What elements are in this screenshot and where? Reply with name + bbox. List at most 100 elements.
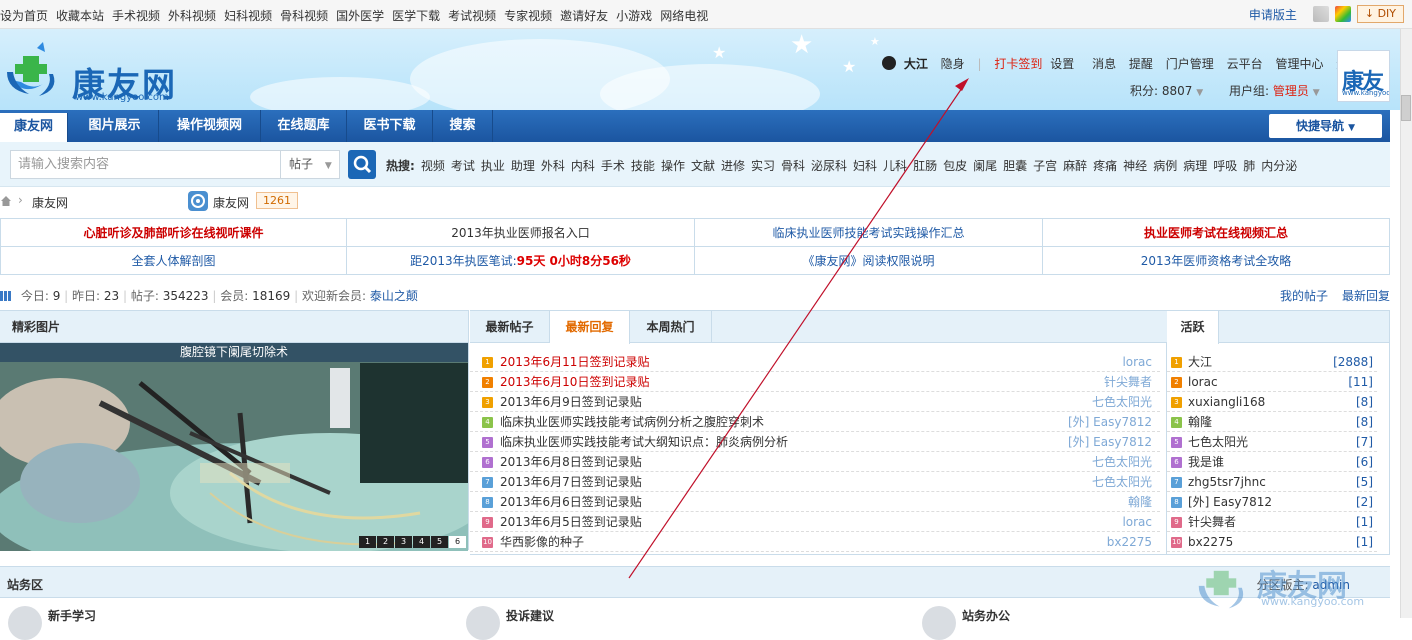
forum-link[interactable]: 站务办公	[962, 607, 1010, 624]
top-link[interactable]: 专家视频	[504, 9, 552, 23]
messages-link[interactable]: 消息	[1092, 57, 1116, 71]
thread-title-link[interactable]: 2013年6月9日签到记录贴	[500, 392, 642, 412]
hot-word-link[interactable]: 呼吸	[1213, 159, 1237, 173]
hot-word-link[interactable]: 儿科	[883, 159, 907, 173]
thread-row[interactable]: 2 2013年6月10日签到记录贴 针尖舞者	[470, 372, 1160, 392]
active-user-row[interactable]: 1 大江 [2888]	[1167, 352, 1377, 372]
thread-title-link[interactable]: 2013年6月6日签到记录贴	[500, 492, 642, 512]
announcement-link[interactable]: 临床执业医师技能考试实践操作汇总	[695, 219, 1043, 247]
top-link[interactable]: 医学下载	[392, 9, 440, 23]
group-value[interactable]: 管理员	[1273, 84, 1309, 98]
avatar[interactable]: 康友 www.kangyoo.com	[1337, 50, 1390, 102]
thread-row[interactable]: 9 2013年6月5日签到记录贴 lorac	[470, 512, 1160, 532]
tools-icon[interactable]	[1312, 6, 1329, 22]
thread-row[interactable]: 10 华西影像的种子 bx2275	[470, 532, 1160, 552]
top-link[interactable]: 小游戏	[616, 9, 652, 23]
forum-link[interactable]: 新手学习	[48, 607, 96, 624]
thread-row[interactable]: 4 临床执业医师实践技能考试病例分析之腹腔穿刺术 [外] Easy7812	[470, 412, 1160, 432]
hot-word-link[interactable]: 手术	[601, 159, 625, 173]
home-icon[interactable]	[0, 195, 12, 207]
hot-word-link[interactable]: 妇科	[853, 159, 877, 173]
active-user-row[interactable]: 3 xuxiangli168 [8]	[1167, 392, 1377, 412]
hot-word-link[interactable]: 肛肠	[913, 159, 937, 173]
active-user-row[interactable]: 6 我是谁 [6]	[1167, 452, 1377, 472]
search-input[interactable]: 请输入搜索内容	[10, 150, 280, 179]
exam-countdown[interactable]: 距2013年执医笔试:95天 0小时8分56秒	[347, 247, 695, 275]
forum-link[interactable]: 投诉建议	[506, 607, 554, 624]
thread-author-link[interactable]: 翰隆	[1128, 492, 1152, 512]
active-user-row[interactable]: 5 七色太阳光 [7]	[1167, 432, 1377, 452]
hot-word-link[interactable]: 视频	[421, 159, 445, 173]
forum-icon[interactable]	[466, 606, 500, 640]
cloud-platform-link[interactable]: 云平台	[1227, 57, 1263, 71]
quick-nav-button[interactable]: 快捷导航 ▼	[1269, 114, 1382, 138]
active-user-name[interactable]: zhg5tsr7jhnc	[1188, 472, 1266, 492]
top-link[interactable]: 考试视频	[448, 9, 496, 23]
hot-word-link[interactable]: 外科	[541, 159, 565, 173]
portal-admin-link[interactable]: 门户管理	[1166, 57, 1214, 71]
forum-name[interactable]: 康友网	[213, 194, 249, 211]
active-user-row[interactable]: 10 bx2275 [1]	[1167, 532, 1377, 552]
announcement-link[interactable]: 2013年执业医师报名入口	[347, 219, 695, 247]
thread-author-link[interactable]: bx2275	[1107, 532, 1152, 552]
hot-word-link[interactable]: 内科	[571, 159, 595, 173]
hot-word-link[interactable]: 执业	[481, 159, 505, 173]
top-link[interactable]: 手术视频	[112, 9, 160, 23]
thread-title-link[interactable]: 2013年6月10日签到记录贴	[500, 372, 649, 392]
thread-title-link[interactable]: 2013年6月11日签到记录贴	[500, 352, 649, 372]
featured-photo[interactable]: 腹腔镜下阑尾切除术 123456	[0, 343, 468, 551]
zone-title[interactable]: 站务区	[7, 576, 43, 593]
thread-row[interactable]: 6 2013年6月8日签到记录贴 七色太阳光	[470, 452, 1160, 472]
top-link[interactable]: 邀请好友	[560, 9, 608, 23]
announcement-link[interactable]: 全套人体解剖图	[1, 247, 347, 275]
invisible-link[interactable]: 隐身	[941, 57, 965, 71]
thread-title-link[interactable]: 2013年6月8日签到记录贴	[500, 452, 642, 472]
tab-weekly-hot[interactable]: 本周热门	[630, 311, 712, 343]
hot-word-link[interactable]: 神经	[1123, 159, 1147, 173]
my-posts-link[interactable]: 我的帖子	[1280, 287, 1328, 304]
nav-tab-videos[interactable]: 操作视频网	[159, 110, 261, 142]
settings-link[interactable]: 设置	[1050, 57, 1074, 71]
active-user-name[interactable]: 大江	[1188, 352, 1212, 372]
thread-author-link[interactable]: 七色太阳光	[1092, 392, 1152, 412]
nav-tab-books[interactable]: 医书下载	[347, 110, 433, 142]
slide-page-button[interactable]: 4	[413, 536, 430, 548]
thread-title-link[interactable]: 华西影像的种子	[500, 532, 584, 552]
thread-author-link[interactable]: 七色太阳光	[1092, 472, 1152, 492]
hot-word-link[interactable]: 包皮	[943, 159, 967, 173]
notifications-link[interactable]: 提醒	[1129, 57, 1153, 71]
apply-moderator-link[interactable]: 申请版主	[1249, 6, 1297, 23]
hot-word-link[interactable]: 操作	[661, 159, 685, 173]
top-link[interactable]: 网络电视	[660, 9, 708, 23]
top-link[interactable]: 收藏本站	[56, 9, 104, 23]
hot-word-link[interactable]: 肺	[1243, 159, 1255, 173]
forum-icon[interactable]	[8, 606, 42, 640]
thread-row[interactable]: 3 2013年6月9日签到记录贴 七色太阳光	[470, 392, 1160, 412]
active-user-name[interactable]: 我是谁	[1188, 452, 1224, 472]
hot-word-link[interactable]: 胆囊	[1003, 159, 1027, 173]
site-logo[interactable]: 康友网 www.kangyoo.com	[3, 38, 208, 104]
active-user-name[interactable]: lorac	[1188, 372, 1218, 392]
thread-author-link[interactable]: [外] Easy7812	[1068, 432, 1152, 452]
hot-word-link[interactable]: 技能	[631, 159, 655, 173]
hot-word-link[interactable]: 阑尾	[973, 159, 997, 173]
thread-row[interactable]: 8 2013年6月6日签到记录贴 翰隆	[470, 492, 1160, 512]
scrollbar-thumb[interactable]	[1401, 95, 1411, 121]
thread-author-link[interactable]: 七色太阳光	[1092, 452, 1152, 472]
thread-author-link[interactable]: [外] Easy7812	[1068, 412, 1152, 432]
hot-word-link[interactable]: 进修	[721, 159, 745, 173]
new-member-link[interactable]: 泰山之颠	[370, 289, 418, 303]
hot-word-link[interactable]: 实习	[751, 159, 775, 173]
active-user-name[interactable]: 七色太阳光	[1188, 432, 1248, 452]
thread-author-link[interactable]: lorac	[1122, 512, 1152, 532]
active-user-name[interactable]: [外] Easy7812	[1188, 492, 1272, 512]
thread-title-link[interactable]: 2013年6月5日签到记录贴	[500, 512, 642, 532]
search-type-select[interactable]: 帖子 ▼	[280, 150, 340, 179]
hot-word-link[interactable]: 助理	[511, 159, 535, 173]
hot-word-link[interactable]: 病理	[1183, 159, 1207, 173]
diy-button[interactable]: ↓ DIY	[1356, 5, 1404, 23]
thread-title-link[interactable]: 临床执业医师实践技能考试大纲知识点：肺炎病例分析	[500, 432, 788, 452]
hot-word-link[interactable]: 子宫	[1033, 159, 1057, 173]
thread-row[interactable]: 7 2013年6月7日签到记录贴 七色太阳光	[470, 472, 1160, 492]
slide-page-button[interactable]: 2	[377, 536, 394, 548]
